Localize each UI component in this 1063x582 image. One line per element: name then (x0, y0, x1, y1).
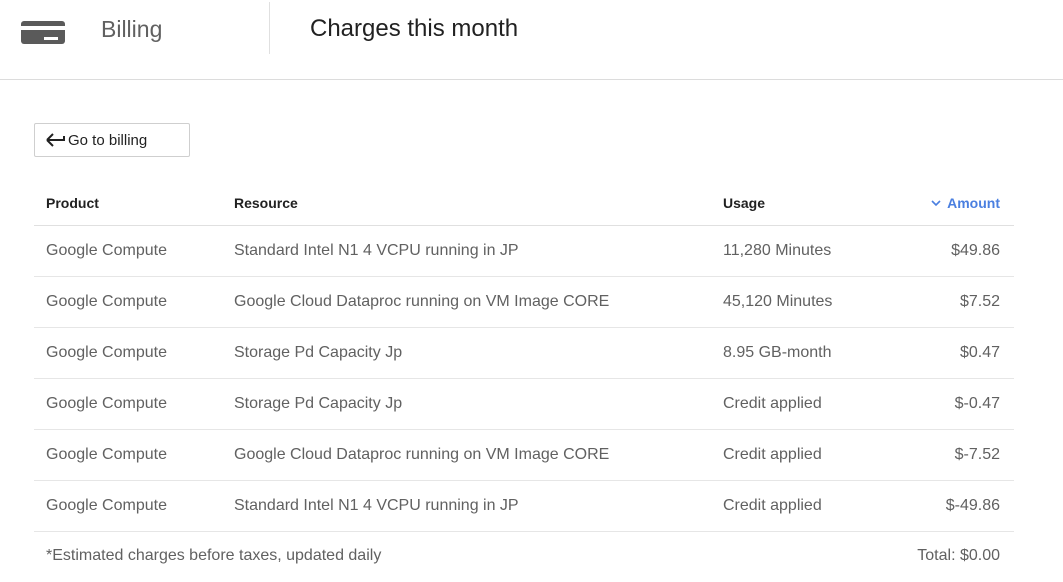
cell-product: Google Compute (46, 293, 167, 310)
column-header-amount[interactable]: Amount (931, 180, 1000, 225)
cell-resource: Storage Pd Capacity Jp (234, 344, 403, 361)
table-row: Google Compute Google Cloud Dataproc run… (34, 430, 1014, 481)
go-to-billing-label: Go to billing (68, 131, 148, 149)
cell-amount: $0.47 (959, 344, 1000, 361)
charges-table: Product Resource Usage Amount Google Com… (34, 180, 1014, 580)
cell-amount: $49.86 (951, 242, 1000, 259)
cell-usage: Credit applied (723, 395, 822, 412)
column-header-resource: Resource (234, 194, 298, 211)
table-row: Google Compute Standard Intel N1 4 VCPU … (34, 226, 1014, 277)
cell-usage: 11,280 Minutes (723, 242, 832, 259)
table-footer: *Estimated charges before taxes, updated… (34, 532, 1014, 580)
table-row: Google Compute Storage Pd Capacity Jp Cr… (34, 379, 1014, 430)
cell-product: Google Compute (46, 344, 167, 361)
page-title: Charges this month (310, 15, 519, 42)
table-row: Google Compute Storage Pd Capacity Jp 8.… (34, 328, 1014, 379)
estimate-note: *Estimated charges before taxes, updated… (46, 547, 382, 564)
cell-product: Google Compute (46, 242, 167, 259)
cell-resource: Storage Pd Capacity Jp (234, 395, 403, 412)
cell-resource: Standard Intel N1 4 VCPU running in JP (234, 242, 519, 259)
cell-resource: Google Cloud Dataproc running on VM Imag… (234, 446, 610, 463)
column-header-amount-label: Amount (947, 194, 1000, 211)
app-name: Billing (101, 16, 163, 42)
cell-product: Google Compute (46, 497, 167, 514)
table-row: Google Compute Standard Intel N1 4 VCPU … (34, 481, 1014, 532)
total-amount: Total: $0.00 (917, 547, 1000, 564)
arrow-back-icon (46, 133, 65, 147)
credit-card-icon (21, 21, 65, 44)
cell-resource: Standard Intel N1 4 VCPU running in JP (234, 497, 519, 514)
column-header-usage: Usage (723, 194, 766, 211)
cell-usage: Credit applied (723, 497, 822, 514)
column-header-product: Product (46, 194, 99, 211)
cell-usage: 45,120 Minutes (723, 293, 833, 310)
table-row: Google Compute Google Cloud Dataproc run… (34, 277, 1014, 328)
cell-product: Google Compute (46, 395, 167, 412)
header-divider (269, 2, 270, 54)
cell-product: Google Compute (46, 446, 167, 463)
cell-usage: Credit applied (723, 446, 822, 463)
cell-amount: $-7.52 (954, 446, 1000, 463)
app-header: Billing Charges this month (0, 0, 1063, 80)
cell-usage: 8.95 GB-month (723, 344, 832, 361)
chevron-down-icon (931, 199, 941, 206)
go-to-billing-button[interactable]: Go to billing (34, 123, 190, 157)
cell-resource: Google Cloud Dataproc running on VM Imag… (234, 293, 610, 310)
cell-amount: $-49.86 (945, 497, 1000, 514)
table-header-row: Product Resource Usage Amount (34, 180, 1014, 226)
cell-amount: $-0.47 (954, 395, 1000, 412)
cell-amount: $7.52 (959, 293, 1000, 310)
